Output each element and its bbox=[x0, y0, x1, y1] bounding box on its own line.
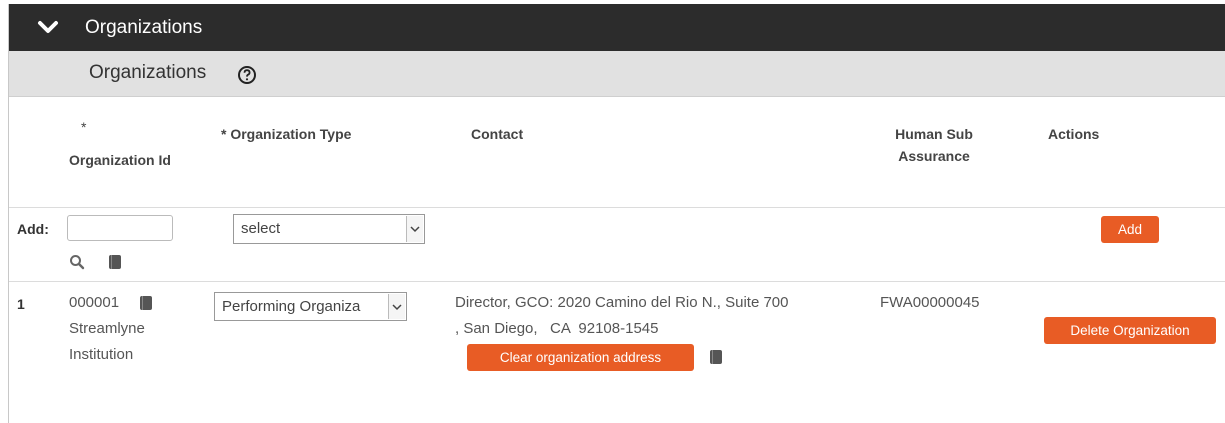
human-sub-assurance-value: FWA00000045 bbox=[880, 294, 980, 311]
organization-type-select-value: select bbox=[241, 220, 281, 237]
add-row-divider bbox=[9, 281, 1225, 282]
subsection-header: Organizations bbox=[9, 51, 1225, 97]
chevron-down-icon[interactable] bbox=[37, 16, 59, 38]
help-icon[interactable] bbox=[237, 65, 257, 85]
contact-address-line2: , San Diego, CA 92108-1545 bbox=[455, 320, 659, 337]
row-index: 1 bbox=[17, 296, 25, 312]
organization-name-line2: Institution bbox=[69, 346, 134, 363]
document-icon[interactable] bbox=[139, 295, 153, 311]
organization-type-select[interactable]: select bbox=[233, 214, 425, 244]
organization-id-value: 000001 bbox=[69, 294, 120, 311]
clear-organization-address-button[interactable]: Clear organization address bbox=[467, 344, 694, 371]
org-id-required-marker: * bbox=[81, 119, 87, 135]
row-organization-type-value: Performing Organiza bbox=[222, 298, 361, 315]
col-actions: Actions bbox=[1048, 126, 1100, 142]
col-organization-type: * Organization Type bbox=[221, 126, 352, 142]
row-organization-type-select[interactable]: Performing Organiza bbox=[214, 292, 407, 321]
organization-name-line1: Streamlyne bbox=[69, 320, 145, 337]
section-header[interactable]: Organizations bbox=[9, 4, 1225, 51]
header-divider bbox=[9, 207, 1225, 208]
subsection-title: Organizations bbox=[89, 62, 207, 83]
col-contact: Contact bbox=[471, 126, 524, 142]
col-organization-id: Organization Id bbox=[69, 152, 171, 168]
search-icon[interactable] bbox=[69, 254, 85, 270]
col-human-sub-assurance: Human Sub Assurance bbox=[895, 126, 973, 164]
add-button[interactable]: Add bbox=[1101, 216, 1159, 243]
chevron-down-icon bbox=[406, 216, 423, 242]
delete-organization-button[interactable]: Delete Organization bbox=[1044, 317, 1216, 344]
section-title: Organizations bbox=[85, 17, 203, 38]
add-row-label: Add: bbox=[17, 221, 49, 237]
organization-id-input[interactable] bbox=[67, 215, 173, 241]
organizations-panel: Organizations Organizations * Organizati… bbox=[8, 4, 1225, 423]
document-icon[interactable] bbox=[709, 349, 723, 365]
chevron-down-icon bbox=[388, 294, 405, 319]
contact-address-line1: Director, GCO: 2020 Camino del Rio N., S… bbox=[455, 294, 789, 311]
document-icon[interactable] bbox=[108, 254, 122, 270]
